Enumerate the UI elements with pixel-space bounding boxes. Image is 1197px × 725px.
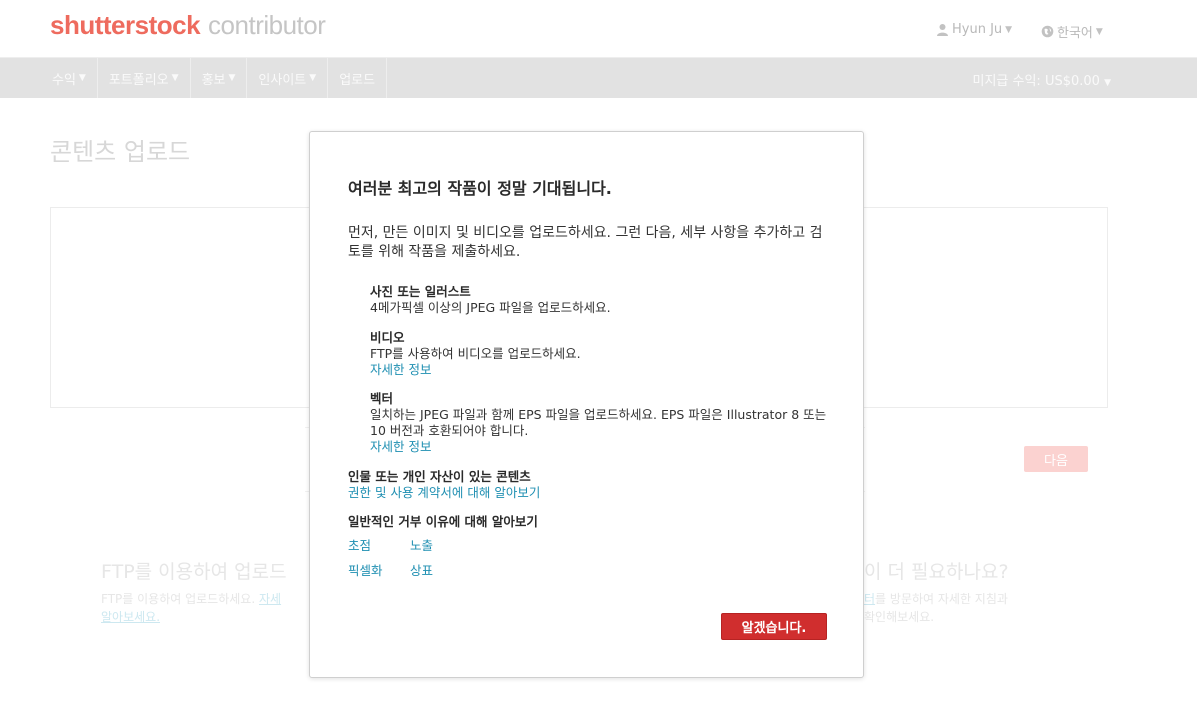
people-section: 인물 또는 개인 자산이 있는 콘텐츠 권한 및 사용 계약서에 대해 알아보기: [348, 469, 808, 501]
vector-more-info-link[interactable]: 자세한 정보: [370, 439, 431, 455]
user-icon: [937, 24, 948, 36]
ftp-heading: FTP를 이용하여 업로드: [101, 561, 287, 583]
top-header: shutterstock contributor Hyun Ju ▼ 한국어 ▼: [0, 0, 1197, 57]
video-section: 비디오 FTP를 사용하여 비디오를 업로드하세요. 자세한 정보: [370, 330, 830, 378]
help-text-cont: 확인해보세요.: [864, 610, 935, 624]
modal-title: 여러분 최고의 작품이 정말 기대됩니다.: [348, 179, 612, 198]
language-menu[interactable]: 한국어 ▼: [1041, 22, 1103, 41]
nav-item-label: 홍보: [201, 72, 226, 88]
got-it-button[interactable]: 알겠습니다.: [721, 613, 827, 640]
chevron-down-icon: ▼: [1095, 26, 1103, 37]
reason-link-focus[interactable]: 초점: [348, 535, 371, 554]
nav-item-portfolio[interactable]: 포트폴리오 ▼: [98, 58, 191, 98]
people-heading: 인물 또는 개인 자산이 있는 콘텐츠: [348, 469, 531, 484]
help-center-link[interactable]: 터: [864, 592, 875, 606]
user-name: Hyun Ju: [952, 22, 1003, 37]
chevron-down-icon: ▼: [78, 73, 86, 83]
nav-item-label: 인사이트: [258, 72, 307, 88]
modal-intro: 먼저, 만든 이미지 및 비디오를 업로드하세요. 그런 다음, 세부 사항을 …: [348, 225, 823, 260]
upload-info-modal: 여러분 최고의 작품이 정말 기대됩니다. 먼저, 만든 이미지 및 비디오를 …: [309, 131, 864, 678]
reason-link-pixelation[interactable]: 픽셀화: [348, 560, 383, 579]
vector-section: 벡터 일치하는 JPEG 파일과 함께 EPS 파일을 업로드하세요. EPS …: [370, 391, 830, 455]
chevron-down-icon: ▼: [171, 73, 179, 83]
ftp-learn-more-link-cont[interactable]: 알아보세요.: [101, 610, 160, 624]
next-button[interactable]: 다음: [1024, 446, 1088, 472]
globe-icon: [1041, 25, 1054, 38]
vector-heading: 벡터: [370, 391, 394, 406]
unpaid-earnings-menu[interactable]: 미지급 수익: US$0.00 ▼: [973, 70, 1112, 89]
photo-heading: 사진 또는 일러스트: [370, 284, 471, 299]
nav-item-promote[interactable]: 홍보 ▼: [191, 58, 248, 98]
shutterstock-contributor-logo[interactable]: shutterstock contributor: [50, 10, 326, 41]
video-more-info-link[interactable]: 자세한 정보: [370, 362, 431, 378]
chevron-down-icon: ▼: [309, 73, 317, 83]
ftp-text: FTP를 이용하여 업로드하세요.: [101, 592, 256, 606]
logo-brand: shutterstock: [50, 10, 201, 40]
video-heading: 비디오: [370, 330, 405, 345]
nav-item-label: 업로드: [339, 72, 376, 88]
user-menu[interactable]: Hyun Ju ▼: [936, 22, 1012, 37]
ftp-learn-more-link[interactable]: 자세: [259, 592, 281, 606]
page-title: 콘텐츠 업로드: [50, 138, 191, 166]
unpaid-earnings-label: 미지급 수익: US$0.00: [972, 74, 1100, 89]
nav-item-label: 수익: [52, 72, 76, 88]
photo-section: 사진 또는 일러스트 4메가픽셀 이상의 JPEG 파일을 업로드하세요.: [370, 284, 830, 316]
rejection-heading: 일반적인 거부 이유에 대해 알아보기: [348, 514, 538, 529]
ftp-description: FTP를 이용하여 업로드하세요. 자세 알아보세요.: [101, 590, 281, 626]
nav-item-earnings[interactable]: 수익 ▼: [40, 58, 98, 98]
logo-sub: contributor: [208, 10, 326, 40]
chevron-down-icon: ▼: [228, 73, 236, 83]
rejection-section: 일반적인 거부 이유에 대해 알아보기: [348, 514, 808, 530]
help-text: 를 방문하여 자세한 지침과: [875, 592, 1008, 606]
nav-item-upload[interactable]: 업로드: [328, 58, 388, 98]
photo-text: 4메가픽셀 이상의 JPEG 파일을 업로드하세요.: [370, 300, 611, 315]
nav-item-insights[interactable]: 인사이트 ▼: [247, 58, 329, 98]
video-text: FTP를 사용하여 비디오를 업로드하세요.: [370, 346, 581, 361]
vector-text: 일치하는 JPEG 파일과 함께 EPS 파일을 업로드하세요. EPS 파일은…: [370, 407, 827, 438]
language-label: 한국어: [1057, 26, 1093, 41]
help-heading: 이 더 필요하나요?: [864, 561, 1009, 583]
reason-link-exposure[interactable]: 노출: [410, 535, 433, 554]
chevron-down-icon: ▼: [1005, 24, 1013, 35]
nav-item-label: 포트폴리오: [108, 72, 169, 88]
release-agreements-link[interactable]: 권한 및 사용 계약서에 대해 알아보기: [348, 485, 540, 501]
reason-link-trademark[interactable]: 상표: [410, 560, 433, 579]
chevron-down-icon: ▼: [1104, 78, 1111, 88]
help-description: 터를 방문하여 자세한 지침과 확인해보세요.: [864, 590, 1008, 626]
main-nav: 수익 ▼ 포트폴리오 ▼ 홍보 ▼ 인사이트 ▼ 업로드 미지급 수익: US$…: [0, 57, 1197, 98]
